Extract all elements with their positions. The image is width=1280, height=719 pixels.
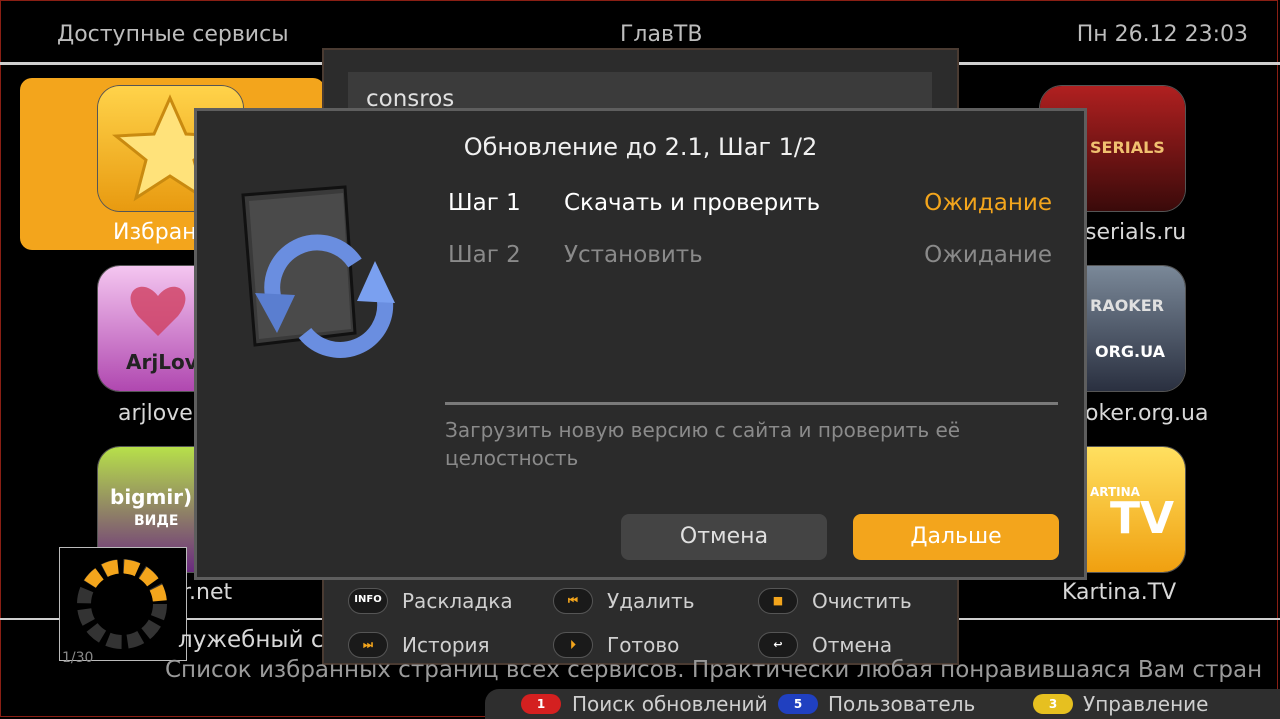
- fast-forward-icon: ⏭: [348, 632, 388, 658]
- item-counter: 1/30: [62, 650, 94, 666]
- action-done[interactable]: Готово: [607, 633, 679, 657]
- text-input[interactable]: consros: [348, 72, 932, 112]
- dialog-title: Обновление до 2.1, Шаг 1/2: [463, 133, 818, 161]
- bigmir-logo-text: bigmir): [110, 485, 193, 509]
- info-badge: INFO: [354, 594, 382, 605]
- app-title: ГлавТВ: [620, 22, 703, 47]
- datetime: Пн 26.12 23:03: [1076, 22, 1248, 47]
- blue-key-icon: 5: [778, 694, 818, 714]
- red-key-icon: 1: [521, 694, 561, 714]
- action-delete[interactable]: Удалить: [607, 589, 695, 613]
- rewind-badge: ⏮: [568, 594, 578, 607]
- arjlover-logo-text: ArjLov: [126, 350, 198, 374]
- loading-spinner-icon: [59, 547, 187, 661]
- service-description: Список избранных страниц всех сервисов. …: [165, 657, 1263, 683]
- play-pause-icon: ⏵: [553, 632, 593, 658]
- karaoker-logo-subtext: ORG.UA: [1095, 342, 1166, 361]
- return-icon: ↩: [758, 632, 798, 658]
- action-history[interactable]: История: [402, 633, 490, 657]
- footer-check-updates[interactable]: Поиск обновлений: [572, 692, 768, 716]
- service-label-bigmir: r.net: [182, 580, 233, 605]
- bigmir-logo-subtext: ВИДЕ: [134, 513, 179, 529]
- update-folder-icon: [235, 183, 415, 363]
- service-label-kartina: Kartina.TV: [1062, 580, 1177, 605]
- cancel-button[interactable]: Отмена: [621, 514, 827, 560]
- action-clear[interactable]: Очистить: [812, 589, 912, 613]
- serials-logo-text: SERIALS: [1090, 138, 1165, 157]
- update-dialog: Обновление до 2.1, Шаг 1/2 Шаг 1 Скачать…: [194, 108, 1087, 580]
- service-label-karaoker: oker.org.ua: [1085, 401, 1209, 426]
- step-description: Загрузить новую версию с сайта и провери…: [445, 418, 961, 470]
- fast-forward-badge: ⏭: [363, 638, 373, 651]
- service-label-arjlover: arjlover: [118, 401, 202, 426]
- yellow-key-icon: 3: [1033, 694, 1073, 714]
- stop-badge: ■: [772, 594, 784, 607]
- description-divider: [445, 402, 1058, 405]
- step2-status: Ожидание: [924, 242, 1052, 268]
- footer-manage[interactable]: Управление: [1083, 692, 1208, 716]
- rewind-icon: ⏮: [553, 588, 593, 614]
- action-layout[interactable]: Раскладка: [402, 589, 513, 613]
- footer-bar: 1 Поиск обновлений 5 Пользователь 3 Упра…: [485, 689, 1280, 719]
- footer-user[interactable]: Пользователь: [828, 692, 975, 716]
- stop-icon: ■: [758, 588, 798, 614]
- step1-name: Шаг 1: [448, 190, 521, 216]
- section-title: Доступные сервисы: [57, 22, 289, 47]
- play-pause-badge: ⏵: [570, 638, 576, 651]
- service-label-favorites: Избран: [113, 220, 197, 245]
- step2-name: Шаг 2: [448, 242, 521, 268]
- next-button[interactable]: Дальше: [853, 514, 1059, 560]
- action-cancel[interactable]: Отмена: [812, 633, 892, 657]
- return-badge: ↩: [773, 638, 783, 651]
- step2-action: Установить: [564, 242, 703, 268]
- step1-action: Скачать и проверить: [564, 190, 821, 216]
- karaoker-logo-text: RAOKER: [1090, 296, 1164, 315]
- kartina-logo-subtext: TV: [1110, 493, 1175, 544]
- service-label-serials: serials.ru: [1085, 220, 1187, 245]
- info-button-icon: INFO: [348, 588, 388, 614]
- service-title: лужебный с: [178, 627, 324, 653]
- step1-status: Ожидание: [924, 190, 1052, 216]
